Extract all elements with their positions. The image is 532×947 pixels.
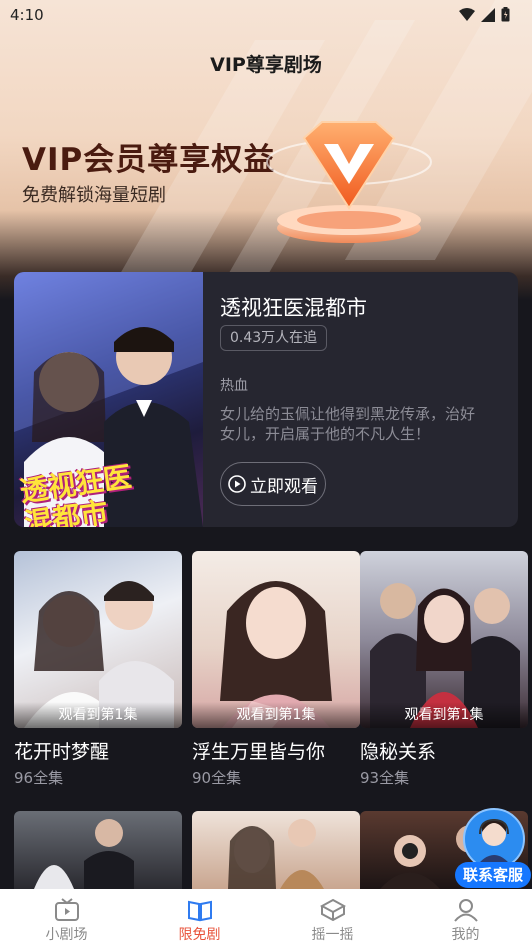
tab-free-dramas[interactable]: 限免剧 [133,889,266,947]
vip-benefits-subtitle: 免费解锁海量短剧 [22,185,166,206]
drama-poster[interactable] [192,811,360,889]
drama-card[interactable]: 观看到第1集 浮生万里皆与你 90全集 [192,551,360,787]
user-icon [453,899,478,922]
featured-description: 女儿给的玉佩让他得到黑龙传承，治好女儿，开启属于他的不凡人生！ [220,405,476,443]
tab-label: 限免剧 [178,927,221,943]
customer-service-label[interactable]: 联系客服 [455,862,531,888]
wifi-icon [459,7,475,21]
tab-mine[interactable]: 我的 [399,889,532,947]
episode-count: 90全集 [192,769,242,787]
customer-service-button[interactable]: 联系客服 [455,808,531,888]
book-icon [187,900,212,922]
featured-drama-card[interactable]: 透视狂医混都市 透视狂医混都市 0.43万人在追 热血 女儿给的玉佩让他得到黑龙… [14,272,518,527]
tab-mini-theater[interactable]: 小剧场 [0,889,133,947]
episode-count: 93全集 [360,769,410,787]
signal-icon [481,7,495,22]
tv-icon [54,898,79,921]
support-agent-avatar[interactable] [463,808,525,870]
genre-tag: 热血 [220,378,248,394]
cube-icon [319,898,346,922]
tab-label: 小剧场 [45,927,88,943]
drama-title[interactable]: 浮生万里皆与你 [192,737,325,764]
drama-poster[interactable]: 观看到第1集 [360,551,528,728]
tab-label: 摇一摇 [311,927,354,943]
tab-label: 我的 [451,927,480,943]
watch-progress: 观看到第1集 [14,702,182,728]
drama-card[interactable]: 观看到第1集 隐秘关系 93全集 [360,551,528,787]
play-icon [228,475,246,493]
battery-icon [501,7,510,22]
bottom-tab-bar: 小剧场 限免剧 摇一摇 我的 [0,889,532,947]
featured-poster[interactable]: 透视狂医混都市 [14,272,203,527]
watch-progress: 观看到第1集 [192,702,360,728]
poster-art [34,819,134,889]
vip-badge-icon [266,121,432,243]
drama-title[interactable]: 花开时梦醒 [14,737,109,764]
watch-progress: 观看到第1集 [360,702,528,728]
page-title: VIP尊享剧场 [210,54,322,76]
drama-poster[interactable]: 观看到第1集 [192,551,360,728]
vip-benefits-headline: VIP会员尊享权益 [22,142,276,178]
watch-now-button[interactable]: 立即观看 [220,462,326,506]
followers-badge: 0.43万人在追 [220,325,328,351]
drama-poster[interactable]: 观看到第1集 [14,551,182,728]
status-icons [459,7,510,22]
drama-card[interactable]: 观看到第1集 花开时梦醒 96全集 [14,551,182,787]
episode-count: 96全集 [14,769,64,787]
drama-title[interactable]: 隐秘关系 [360,737,436,764]
agent-icon [475,818,513,868]
tab-shake[interactable]: 摇一摇 [266,889,399,947]
status-bar: 4:10 [0,0,532,32]
status-time: 4:10 [10,6,44,24]
poster-art [228,819,324,889]
watch-now-label: 立即观看 [250,476,318,497]
featured-title[interactable]: 透视狂医混都市 [220,292,367,322]
drama-poster[interactable] [14,811,182,889]
